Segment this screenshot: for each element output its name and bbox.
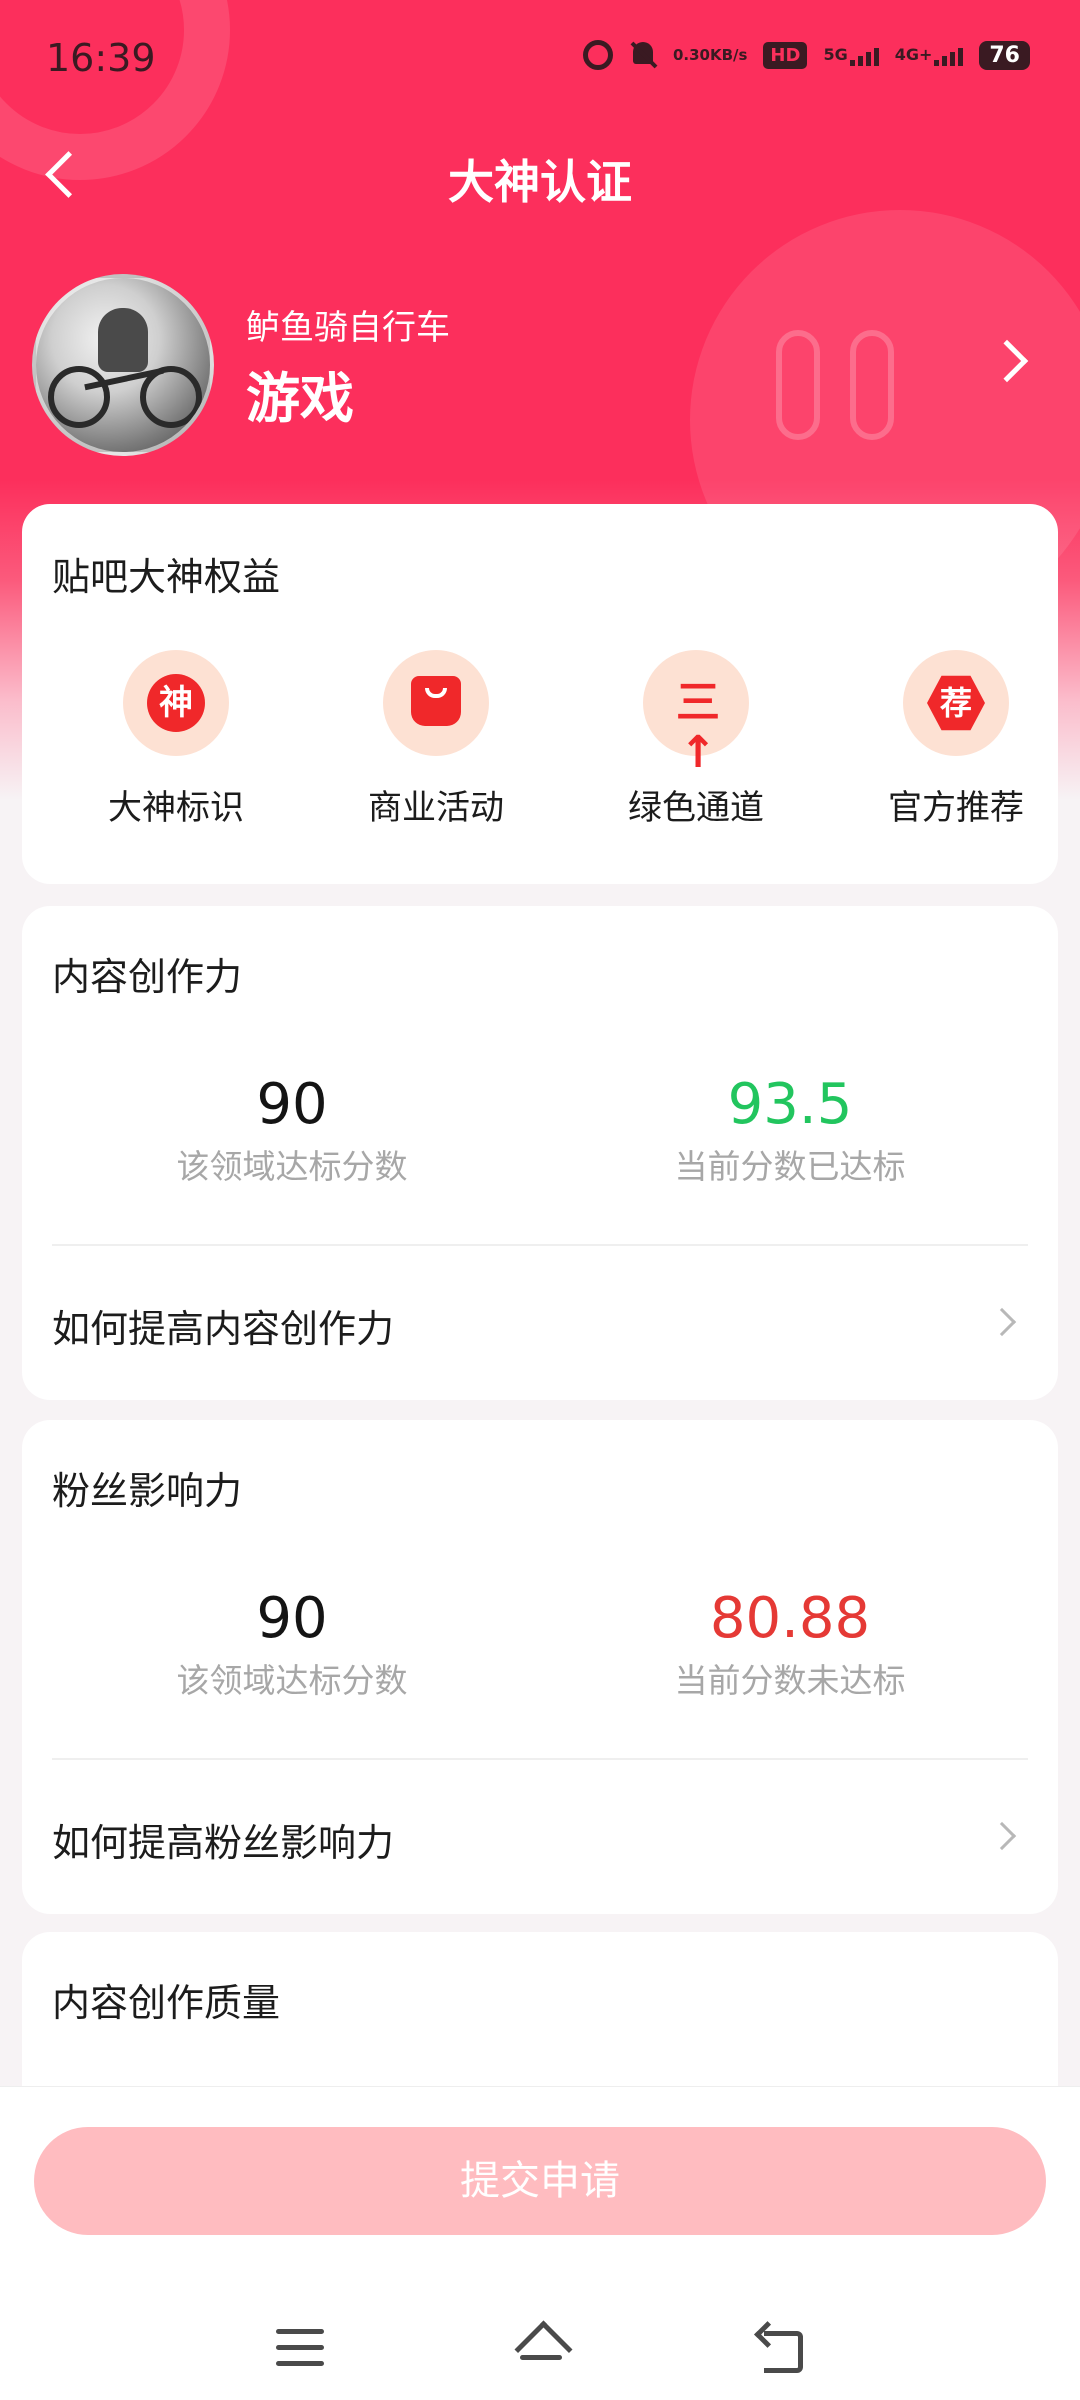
status-bar: 16:39 0.30 KB/s HD 5G 4G+ 76 — [0, 0, 1080, 120]
signal-4g-icon: 4G+ — [895, 44, 964, 66]
system-nav-bar — [0, 2307, 1080, 2397]
benefits-card: 贴吧大神权益 神 大神标识 商业活动 三↑ 绿色通道 荐 官方推荐 — [22, 504, 1058, 884]
divider — [52, 1244, 1028, 1246]
current-score-value: 80.88 — [709, 1586, 871, 1651]
standard-score: 90 该领域达标分数 — [132, 1586, 452, 1702]
chevron-right-icon — [987, 1307, 1017, 1337]
current-score-caption: 当前分数已达标 — [674, 1147, 906, 1186]
hd-icon: HD — [763, 41, 808, 69]
nav-bar: 大神认证 — [0, 130, 1080, 220]
standard-score: 90 该领域达标分数 — [132, 1072, 452, 1188]
content-creation-card: 内容创作力 90 该领域达标分数 93.5 当前分数已达标 如何提高内容创作力 — [22, 906, 1058, 1400]
divider — [52, 1758, 1028, 1760]
chevron-right-icon — [987, 1821, 1017, 1851]
current-score: 80.88 当前分数未达标 — [630, 1586, 950, 1702]
signal-5g-icon: 5G — [823, 44, 879, 66]
status-time: 16:39 — [46, 36, 156, 80]
benefit-item-business[interactable]: 商业活动 — [326, 650, 546, 829]
section-title: 内容创作质量 — [52, 1981, 281, 2025]
alarm-icon — [582, 40, 613, 70]
page-title: 大神认证 — [448, 155, 632, 209]
back-icon[interactable] — [754, 2323, 804, 2373]
benefit-item-badge[interactable]: 神 大神标识 — [66, 650, 286, 829]
net-speed-unit: KB/s — [709, 46, 748, 64]
fast-track-icon: 三↑ — [643, 650, 749, 778]
net-speed-value: 0.30 — [672, 46, 710, 64]
standard-score-caption: 该领域达标分数 — [176, 1661, 408, 1700]
benefit-label: 绿色通道 — [628, 788, 764, 828]
chevron-right-icon[interactable] — [985, 339, 1029, 383]
current-score: 93.5 当前分数已达标 — [630, 1072, 950, 1188]
standard-score-value: 90 — [256, 1072, 328, 1137]
net-speed: 0.30 KB/s — [673, 47, 747, 63]
standard-score-value: 90 — [256, 1586, 328, 1651]
bottom-bar: 提交申请 — [0, 2086, 1080, 2400]
standard-score-caption: 该领域达标分数 — [176, 1147, 408, 1186]
profile-domain: 游戏 — [246, 367, 354, 430]
current-score-caption: 当前分数未达标 — [674, 1661, 906, 1700]
benefit-item-fast-track[interactable]: 三↑ 绿色通道 — [586, 650, 806, 829]
current-score-value: 93.5 — [727, 1072, 853, 1137]
shopping-bag-icon — [383, 650, 489, 756]
section-title: 粉丝影响力 — [52, 1469, 243, 1513]
mute-icon — [629, 40, 657, 70]
signal-4g-label: 4G+ — [894, 45, 933, 64]
improve-content-link[interactable]: 如何提高内容创作力 — [52, 1274, 1028, 1364]
section-title: 内容创作力 — [52, 955, 243, 999]
benefit-label: 商业活动 — [368, 788, 504, 828]
status-icons: 0.30 KB/s HD 5G 4G+ 76 — [582, 40, 1030, 70]
menu-icon[interactable] — [276, 2329, 324, 2371]
benefit-item-recommend[interactable]: 荐 官方推荐 — [846, 650, 1066, 829]
improve-fans-label: 如何提高粉丝影响力 — [52, 1821, 395, 1865]
signal-5g-label: 5G — [823, 45, 848, 64]
submit-button[interactable]: 提交申请 — [34, 2127, 1046, 2235]
improve-content-label: 如何提高内容创作力 — [52, 1307, 395, 1351]
battery-icon: 76 — [979, 40, 1030, 70]
profile-name: 鲈鱼骑自行车 — [246, 308, 450, 348]
avatar — [32, 274, 214, 456]
benefit-label: 官方推荐 — [888, 788, 1024, 828]
profile-row[interactable]: 鲈鱼骑自行车 游戏 — [0, 270, 1080, 470]
benefit-label: 大神标识 — [108, 788, 244, 828]
fan-influence-card: 粉丝影响力 90 该领域达标分数 80.88 当前分数未达标 如何提高粉丝影响力 — [22, 1420, 1058, 1914]
benefits-title: 贴吧大神权益 — [52, 555, 281, 599]
recommend-badge-icon: 荐 — [903, 650, 1009, 756]
shen-badge-icon: 神 — [123, 650, 229, 756]
home-icon[interactable] — [512, 2321, 570, 2377]
improve-fans-link[interactable]: 如何提高粉丝影响力 — [52, 1788, 1028, 1878]
